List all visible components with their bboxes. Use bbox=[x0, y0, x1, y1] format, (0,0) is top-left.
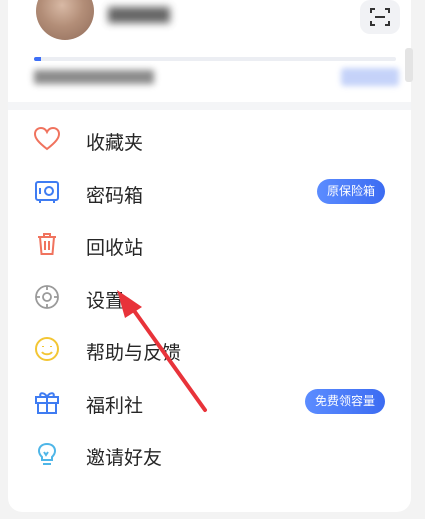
trash-icon bbox=[38, 233, 56, 255]
menu-item-password-box[interactable]: 密码箱 原保险箱 bbox=[8, 166, 411, 219]
lightbulb-icon bbox=[37, 442, 57, 465]
status-badge: 原保险箱 bbox=[316, 178, 385, 204]
menu-item-label: 设置 bbox=[86, 289, 125, 312]
safe-icon bbox=[35, 180, 59, 203]
menu-item-favorites[interactable]: 收藏夹 bbox=[8, 113, 411, 166]
gift-icon bbox=[35, 391, 59, 414]
menu-item-label: 邀请好友 bbox=[86, 447, 163, 469]
scrollbar[interactable] bbox=[405, 48, 413, 82]
divider bbox=[8, 102, 411, 110]
storage-usage-redacted bbox=[34, 70, 154, 84]
menu-item-welfare[interactable]: 福利社 免费领容量 bbox=[8, 376, 411, 429]
gear-icon bbox=[35, 284, 59, 309]
sidebar-panel: 收藏夹 密码箱 原保险箱 回收站 设置 帮助与反馈 福利社 免费领容量 邀请好友 bbox=[8, 0, 411, 512]
menu-item-label: 福利社 bbox=[86, 394, 144, 417]
expand-storage-button-redacted[interactable] bbox=[341, 68, 399, 86]
menu-item-settings[interactable]: 设置 bbox=[8, 271, 411, 324]
username-redacted bbox=[108, 7, 170, 23]
menu-item-recycle-bin[interactable]: 回收站 bbox=[8, 218, 411, 271]
menu-item-label: 回收站 bbox=[86, 237, 144, 259]
storage-progress-bar bbox=[34, 57, 396, 61]
storage-progress-fill bbox=[34, 57, 42, 61]
menu-item-help-feedback[interactable]: 帮助与反馈 bbox=[8, 323, 411, 376]
smiley-icon bbox=[35, 337, 59, 361]
sidebar-menu: 收藏夹 密码箱 原保险箱 回收站 设置 帮助与反馈 福利社 免费领容量 邀请好友 bbox=[8, 113, 411, 481]
menu-item-invite-friends[interactable]: 邀请好友 bbox=[8, 428, 411, 481]
status-badge: 免费领容量 bbox=[304, 388, 385, 414]
scan-button[interactable] bbox=[360, 0, 400, 34]
menu-item-label: 收藏夹 bbox=[86, 132, 144, 154]
scan-icon bbox=[370, 8, 390, 26]
avatar[interactable] bbox=[36, 0, 94, 40]
heart-icon bbox=[33, 126, 61, 151]
menu-item-label: 帮助与反馈 bbox=[86, 342, 182, 364]
menu-item-label: 密码箱 bbox=[86, 184, 144, 207]
